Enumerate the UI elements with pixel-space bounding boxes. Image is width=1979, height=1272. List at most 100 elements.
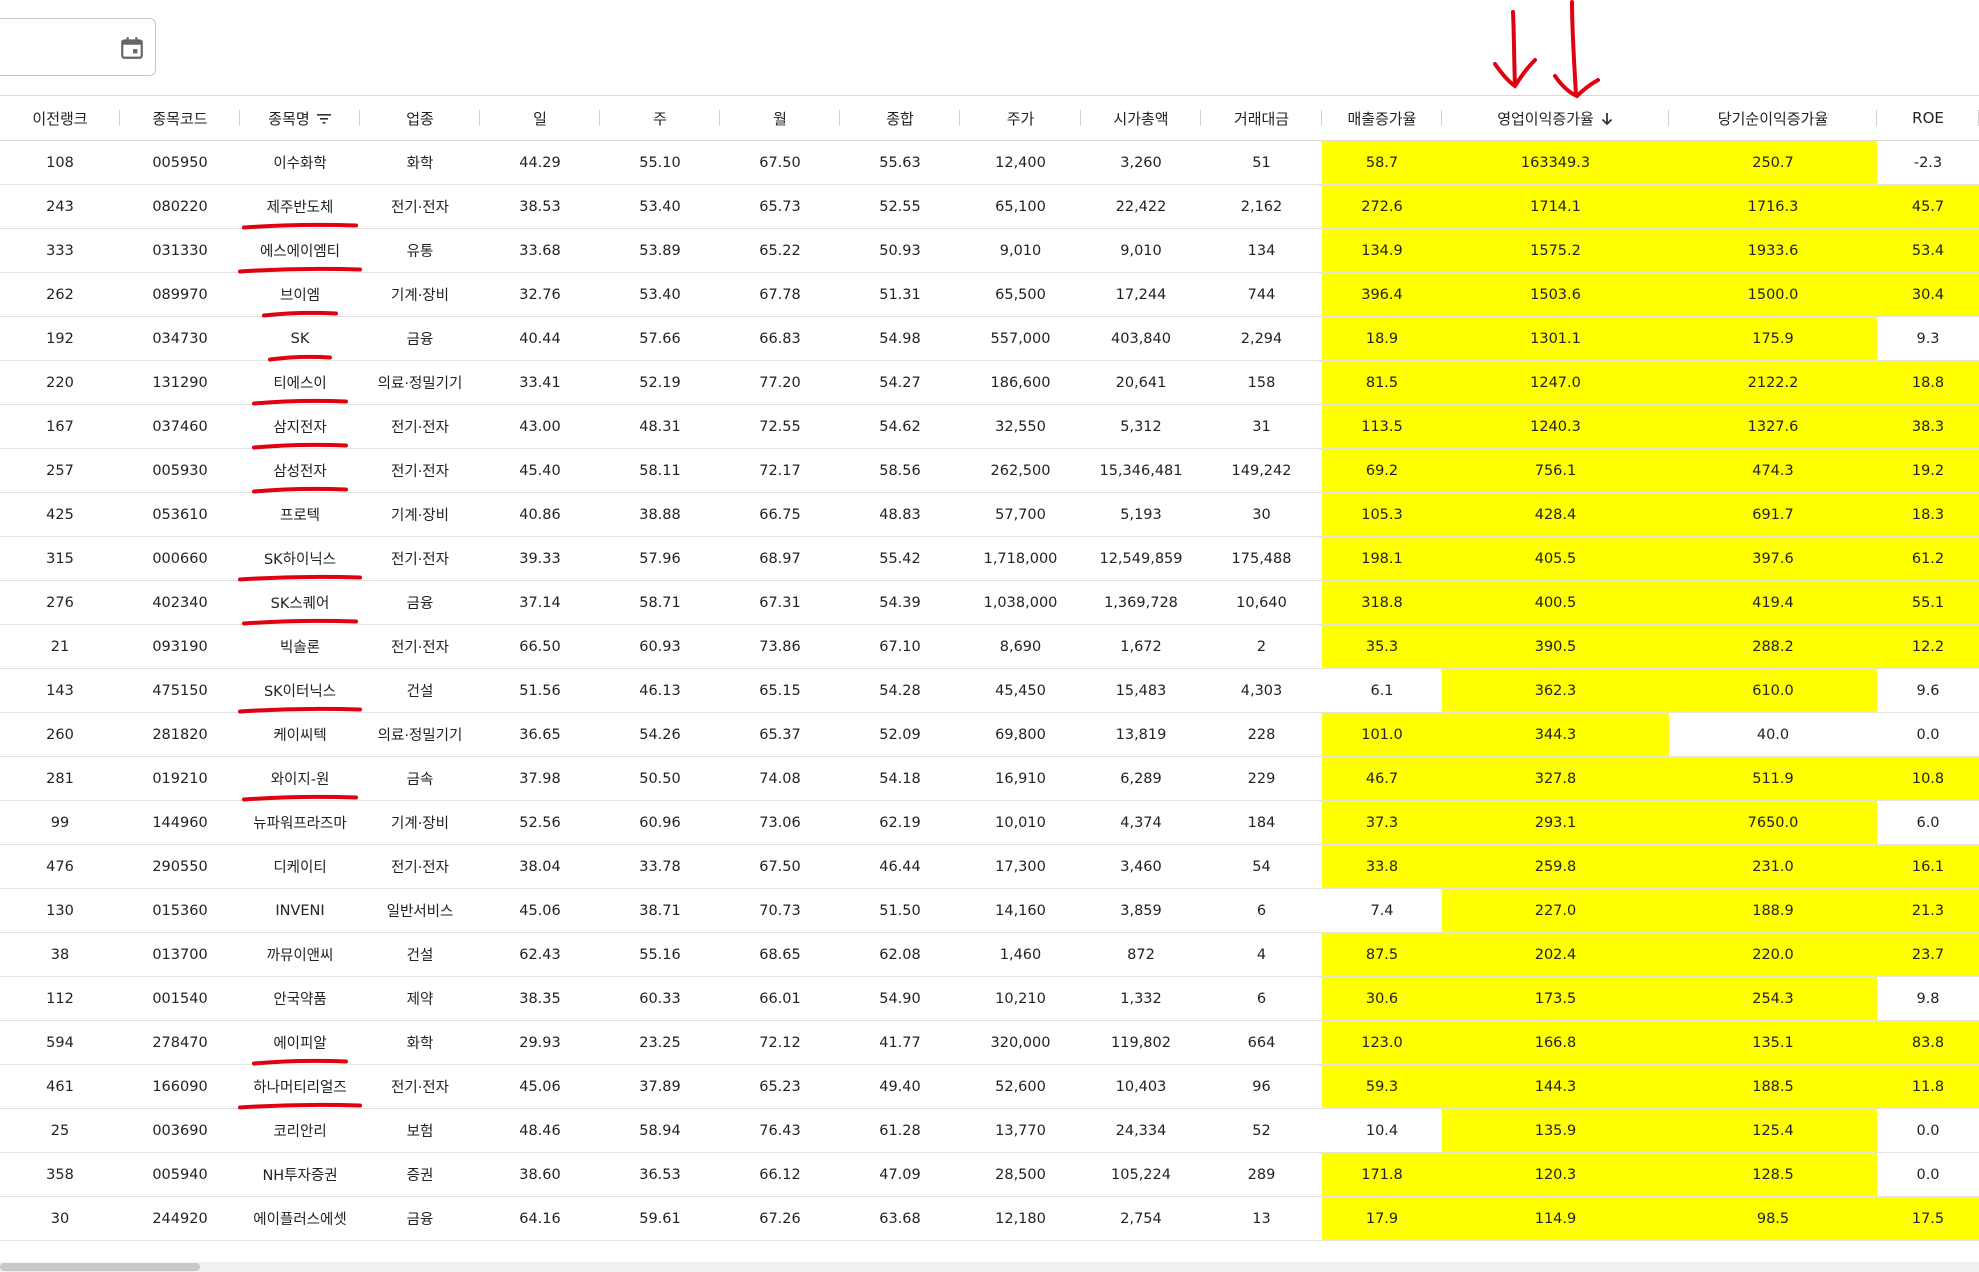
col-header-month[interactable]: 월: [720, 95, 840, 141]
code-cell: 003690: [120, 1108, 240, 1153]
month-cell: 68.65: [720, 932, 840, 977]
name-cell[interactable]: 에이피알: [240, 1020, 360, 1065]
col-header-revenue-growth[interactable]: 매출증가율: [1322, 95, 1442, 141]
horizontal-scrollbar[interactable]: [0, 1262, 1979, 1272]
table-row[interactable]: 315 000660 SK하이닉스 전기·전자 39.33 57.96 68.97 55.42…: [0, 536, 1979, 581]
week-cell: 60.96: [600, 800, 720, 845]
name-cell[interactable]: 디케이티: [240, 844, 360, 889]
week-cell: 54.26: [600, 712, 720, 757]
month-cell: 72.12: [720, 1020, 840, 1065]
total-cell: 58.56: [840, 448, 960, 493]
table-row[interactable]: 25 003690 코리안리 보험 48.46 58.94 76.43 61.28 13,770…: [0, 1108, 1979, 1153]
sector-cell: 금융: [360, 1196, 480, 1241]
name-cell[interactable]: 뉴파워프라즈마: [240, 800, 360, 845]
table-row[interactable]: 143 475150 SK이터닉스 건설 51.56 46.13 65.15 54.28 45,…: [0, 668, 1979, 713]
table-row[interactable]: 99 144960 뉴파워프라즈마 기계·장비 52.56 60.96 73.06 62.19…: [0, 800, 1979, 845]
col-header-price[interactable]: 주가: [960, 95, 1081, 141]
col-header-day[interactable]: 일: [480, 95, 600, 141]
table-row[interactable]: 358 005940 NH투자증권 증권 38.60 36.53 66.12 47.09 28,…: [0, 1152, 1979, 1197]
name-cell[interactable]: SK하이닉스: [240, 536, 360, 581]
name-cell[interactable]: 브이엠: [240, 272, 360, 317]
table-row[interactable]: 220 131290 티에스이 의료·정밀기기 33.41 52.19 77.20 54.27…: [0, 360, 1979, 405]
name-cell[interactable]: 하나머티리얼즈: [240, 1064, 360, 1109]
prev-rank-cell: 281: [0, 756, 120, 801]
net-income-growth-cell: 1327.6: [1669, 404, 1877, 449]
name-cell[interactable]: 프로텍: [240, 492, 360, 537]
net-income-growth-cell: 231.0: [1669, 844, 1877, 889]
price-cell: 320,000: [960, 1020, 1081, 1065]
table-row[interactable]: 112 001540 안국약품 제약 38.35 60.33 66.01 54.90 10,21…: [0, 976, 1979, 1021]
market-cap-cell: 105,224: [1081, 1152, 1201, 1197]
table-row[interactable]: 21 093190 빅솔론 전기·전자 66.50 60.93 73.86 67.10 8,69…: [0, 624, 1979, 669]
table-row[interactable]: 333 031330 에스에이엠티 유통 33.68 53.89 65.22 50.93 9,0…: [0, 228, 1979, 273]
col-header-total[interactable]: 종합: [840, 95, 960, 141]
col-header-sector[interactable]: 업종: [360, 95, 480, 141]
total-cell: 54.27: [840, 360, 960, 405]
col-header-net-income-growth[interactable]: 당기순이익증가율: [1669, 95, 1877, 141]
name-cell[interactable]: SK이터닉스: [240, 668, 360, 713]
table-row[interactable]: 30 244920 에이플러스에셋 금융 64.16 59.61 67.26 63.68 12,…: [0, 1196, 1979, 1241]
name-cell[interactable]: 티에스이: [240, 360, 360, 405]
trading-value-cell: 52: [1201, 1108, 1322, 1153]
filter-icon[interactable]: [316, 112, 332, 126]
name-cell[interactable]: 빅솔론: [240, 624, 360, 669]
table-row[interactable]: 167 037460 삼지전자 전기·전자 43.00 48.31 72.55 54.62 32…: [0, 404, 1979, 449]
name-cell[interactable]: NH투자증권: [240, 1152, 360, 1197]
col-header-prev-rank[interactable]: 이전랭크: [0, 95, 120, 141]
col-header-op-profit-growth[interactable]: 영업이익증가율: [1442, 95, 1669, 141]
name-cell[interactable]: 삼성전자: [240, 448, 360, 493]
op-profit-growth-cell: 344.3: [1442, 712, 1669, 757]
table-row[interactable]: 257 005930 삼성전자 전기·전자 45.40 58.11 72.17 58.56 26…: [0, 448, 1979, 493]
name-cell[interactable]: 에스에이엠티: [240, 228, 360, 273]
col-header-roe[interactable]: ROE: [1877, 95, 1979, 141]
trading-value-cell: 2,294: [1201, 316, 1322, 361]
price-cell: 16,910: [960, 756, 1081, 801]
table-row[interactable]: 262 089970 브이엠 기계·장비 32.76 53.40 67.78 51.31 65,…: [0, 272, 1979, 317]
name-cell[interactable]: 삼지전자: [240, 404, 360, 449]
col-header-name[interactable]: 종목명: [240, 95, 360, 141]
name-cell[interactable]: 케이씨텍: [240, 712, 360, 757]
trading-value-cell: 4,303: [1201, 668, 1322, 713]
table-row[interactable]: 461 166090 하나머티리얼즈 전기·전자 45.06 37.89 65.23 49.4…: [0, 1064, 1979, 1109]
table-body: 108 005950 이수화학 화학 44.29 55.10 67.50 55.63 12,40…: [0, 140, 1979, 1241]
table-row[interactable]: 243 080220 제주반도체 전기·전자 38.53 53.40 65.73 52.55 6…: [0, 184, 1979, 229]
name-cell[interactable]: 까뮤이앤씨: [240, 932, 360, 977]
col-header-code[interactable]: 종목코드: [120, 95, 240, 141]
table-row[interactable]: 425 053610 프로텍 기계·장비 40.86 38.88 66.75 48.83 57,…: [0, 492, 1979, 537]
name-cell[interactable]: SK스퀘어: [240, 580, 360, 625]
name-cell[interactable]: 와이지-원: [240, 756, 360, 801]
table-row[interactable]: 192 034730 SK 금융 40.44 57.66 66.83 54.98 557,000…: [0, 316, 1979, 361]
name-cell[interactable]: SK: [240, 316, 360, 361]
scrollbar-thumb[interactable]: [0, 1263, 200, 1271]
table-row[interactable]: 276 402340 SK스퀘어 금융 37.14 58.71 67.31 54.39 1,03…: [0, 580, 1979, 625]
name-cell[interactable]: INVENI: [240, 888, 360, 933]
week-cell: 53.89: [600, 228, 720, 273]
col-header-market-cap[interactable]: 시가총액: [1081, 95, 1201, 141]
op-profit-growth-cell: 400.5: [1442, 580, 1669, 625]
revenue-growth-cell: 37.3: [1322, 800, 1442, 845]
prev-rank-cell: 262: [0, 272, 120, 317]
col-header-trading-value[interactable]: 거래대금: [1201, 95, 1322, 141]
total-cell: 62.08: [840, 932, 960, 977]
date-input[interactable]: [0, 18, 156, 76]
table-row[interactable]: 281 019210 와이지-원 금속 37.98 50.50 74.08 54.18 16,9…: [0, 756, 1979, 801]
name-cell[interactable]: 이수화학: [240, 140, 360, 185]
table-row[interactable]: 130 015360 INVENI 일반서비스 45.06 38.71 70.73 51.50…: [0, 888, 1979, 933]
name-cell[interactable]: 제주반도체: [240, 184, 360, 229]
table-row[interactable]: 108 005950 이수화학 화학 44.29 55.10 67.50 55.63 12,40…: [0, 140, 1979, 185]
revenue-growth-cell: 59.3: [1322, 1064, 1442, 1109]
name-cell[interactable]: 안국약품: [240, 976, 360, 1021]
sort-desc-arrow-icon[interactable]: [1600, 111, 1614, 127]
name-cell[interactable]: 에이플러스에셋: [240, 1196, 360, 1241]
code-cell: 290550: [120, 844, 240, 889]
table-row[interactable]: 594 278470 에이피알 화학 29.93 23.25 72.12 41.77 320,0…: [0, 1020, 1979, 1065]
name-cell[interactable]: 코리안리: [240, 1108, 360, 1153]
table-row[interactable]: 476 290550 디케이티 전기·전자 38.04 33.78 67.50 46.44 17…: [0, 844, 1979, 889]
day-cell: 66.50: [480, 624, 600, 669]
day-cell: 44.29: [480, 140, 600, 185]
col-header-week[interactable]: 주: [600, 95, 720, 141]
table-row[interactable]: 260 281820 케이씨텍 의료·정밀기기 36.65 54.26 65.37 52.09…: [0, 712, 1979, 757]
calendar-icon[interactable]: [119, 35, 145, 61]
table-row[interactable]: 38 013700 까뮤이앤씨 건설 62.43 55.16 68.65 62.08 1,460…: [0, 932, 1979, 977]
net-income-growth-cell: 511.9: [1669, 756, 1877, 801]
